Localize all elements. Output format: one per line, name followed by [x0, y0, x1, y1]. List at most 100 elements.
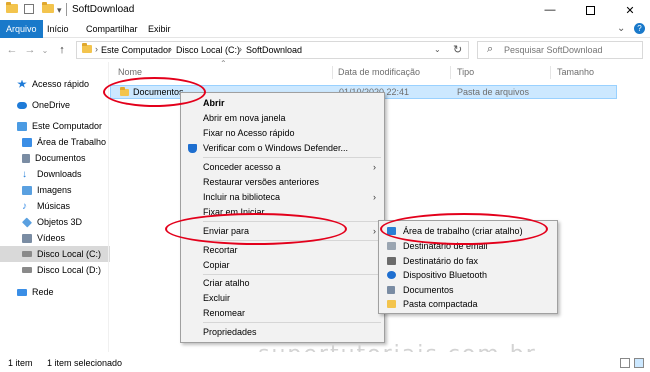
chevron-right-icon: › — [373, 192, 376, 202]
search-box[interactable]: ⌕ — [477, 41, 643, 59]
chevron-right-icon: › — [373, 226, 376, 236]
nav-item-onedrive[interactable]: OneDrive — [0, 97, 110, 113]
send-to-documents[interactable]: Documentos — [379, 283, 557, 297]
breadcrumb-disco-local[interactable]: Disco Local (C:) — [176, 45, 240, 55]
nav-item-label: Disco Local (C:) — [37, 249, 102, 259]
menu-item-label: Enviar para — [203, 226, 250, 236]
breadcrumb-este-computador[interactable]: Este Computador — [101, 45, 171, 55]
tab-arquivo[interactable]: Arquivo — [0, 20, 43, 38]
large-icons-view-button[interactable] — [634, 358, 644, 368]
send-to-mail[interactable]: Destinatário de email — [379, 239, 557, 253]
documents-icon — [22, 153, 30, 163]
arrow-left-icon: ← — [6, 44, 18, 56]
menu-item-abrir[interactable]: Abrir — [181, 95, 384, 111]
send-to-fax[interactable]: Destinatário do fax — [379, 254, 557, 268]
nav-item-documentos[interactable]: Documentos — [0, 150, 110, 166]
menu-separator — [203, 221, 381, 222]
cloud-icon — [17, 101, 27, 109]
new-folder-icon[interactable] — [42, 2, 54, 15]
send-to-submenu: Área de trabalho (criar atalho) Destinat… — [378, 220, 558, 314]
address-bar[interactable]: › Este Computador › Disco Local (C:) › S… — [76, 41, 469, 59]
recent-locations-button[interactable]: ⌄ — [38, 42, 52, 58]
close-icon: ✕ — [625, 4, 635, 17]
tab-compartilhar[interactable]: Compartilhar — [80, 20, 144, 38]
nav-item-area-de-trabalho[interactable]: Área de Trabalho — [0, 134, 110, 150]
send-to-desktop[interactable]: Área de trabalho (criar atalho) — [379, 224, 557, 238]
nav-item-rede[interactable]: Rede — [0, 284, 110, 300]
nav-item-downloads[interactable]: ↓ Downloads — [0, 166, 110, 182]
folder-icon — [6, 2, 18, 15]
menu-item-criar-atalho[interactable]: Criar atalho — [181, 275, 384, 291]
computer-icon — [17, 121, 27, 131]
status-item-count: 1 item — [8, 358, 33, 368]
chevron-down-icon[interactable]: ⌄ — [434, 45, 441, 54]
file-type: Pasta de arquivos — [457, 87, 530, 97]
nav-item-musicas[interactable]: ♪ Músicas — [0, 198, 110, 214]
search-input[interactable] — [504, 44, 640, 56]
submenu-item-label: Destinatário do fax — [403, 256, 479, 266]
music-icon: ♪ — [22, 200, 27, 212]
maximize-button[interactable] — [570, 0, 610, 20]
nav-item-acesso-rapido[interactable]: Acesso rápido — [0, 76, 110, 92]
nav-item-imagens[interactable]: Imagens — [0, 182, 110, 198]
menu-item-fixar-iniciar[interactable]: Fixar em Iniciar — [181, 204, 384, 220]
nav-item-label: Músicas — [37, 201, 71, 211]
minimize-button[interactable]: — — [530, 0, 570, 20]
qat-dropdown-icon[interactable]: ▾ — [57, 5, 62, 16]
help-icon[interactable]: ? — [634, 23, 645, 34]
menu-item-renomear[interactable]: Renomear — [181, 305, 384, 321]
menu-item-abrir-nova-janela[interactable]: Abrir em nova janela — [181, 110, 384, 126]
file-name: Documentos — [133, 87, 184, 97]
nav-item-este-computador[interactable]: Este Computador — [0, 118, 110, 134]
nav-item-objetos-3d[interactable]: Objetos 3D — [0, 214, 110, 230]
submenu-item-label: Área de trabalho (criar atalho) — [403, 226, 523, 236]
send-to-bluetooth[interactable]: Dispositivo Bluetooth — [379, 268, 557, 282]
properties-icon[interactable] — [24, 4, 34, 14]
nav-item-label: Rede — [32, 287, 54, 297]
maximize-icon — [585, 5, 595, 15]
menu-item-enviar-para[interactable]: Enviar para › — [181, 223, 384, 239]
menu-item-conceder-acesso[interactable]: Conceder acesso a › — [181, 159, 384, 175]
ribbon-tabs: Arquivo Início Compartilhar Exibir ⌄ ? — [0, 20, 650, 38]
menu-item-excluir[interactable]: Excluir — [181, 290, 384, 306]
submenu-item-label: Pasta compactada — [403, 299, 478, 309]
column-header-tipo[interactable]: Tipo — [457, 67, 474, 77]
nav-item-disco-local-c[interactable]: Disco Local (C:) — [0, 246, 110, 262]
fax-icon — [387, 257, 396, 265]
send-to-zip[interactable]: Pasta compactada — [379, 297, 557, 311]
menu-item-incluir-biblioteca[interactable]: Incluir na biblioteca › — [181, 189, 384, 205]
forward-button[interactable]: → — [23, 42, 37, 58]
menu-item-recortar[interactable]: Recortar — [181, 242, 384, 258]
column-header-tamanho[interactable]: Tamanho — [557, 67, 594, 77]
up-button[interactable]: ↑ — [55, 42, 69, 58]
breadcrumb-separator: › — [95, 44, 98, 54]
network-icon — [17, 288, 27, 296]
menu-item-restaurar-versoes[interactable]: Restaurar versões anteriores — [181, 174, 384, 190]
drive-icon — [22, 251, 32, 257]
cube-icon — [21, 216, 33, 228]
nav-item-label: Acesso rápido — [32, 79, 90, 89]
details-view-button[interactable] — [620, 358, 630, 368]
column-header-nome[interactable]: Nome — [118, 67, 142, 77]
menu-item-propriedades[interactable]: Propriedades — [181, 324, 384, 340]
arrow-up-icon: ↑ — [59, 44, 65, 56]
nav-item-disco-local-d[interactable]: Disco Local (D:) — [0, 262, 110, 278]
menu-item-fixar-acesso-rapido[interactable]: Fixar no Acesso rápido — [181, 125, 384, 141]
tab-inicio[interactable]: Início — [41, 20, 75, 38]
folder-icon — [82, 43, 92, 55]
menu-item-verificar-defender[interactable]: Verificar com o Windows Defender... — [181, 140, 384, 156]
refresh-icon[interactable]: ↻ — [453, 43, 462, 56]
tab-exibir[interactable]: Exibir — [142, 20, 177, 38]
nav-item-videos[interactable]: Vídeos — [0, 230, 110, 246]
back-button[interactable]: ← — [5, 42, 19, 58]
close-button[interactable]: ✕ — [610, 0, 650, 20]
submenu-item-label: Documentos — [403, 285, 454, 295]
context-menu: Abrir Abrir em nova janela Fixar no Aces… — [180, 92, 385, 343]
chevron-down-icon[interactable]: ⌄ — [617, 23, 625, 34]
window-title: SoftDownload — [72, 4, 135, 15]
nav-item-label: Disco Local (D:) — [37, 265, 102, 275]
menu-item-copiar[interactable]: Copiar — [181, 257, 384, 273]
column-header-data[interactable]: Data de modificação — [338, 67, 420, 77]
breadcrumb-softdownload[interactable]: SoftDownload — [246, 45, 302, 55]
status-selected-count: 1 item selecionado — [47, 358, 123, 368]
